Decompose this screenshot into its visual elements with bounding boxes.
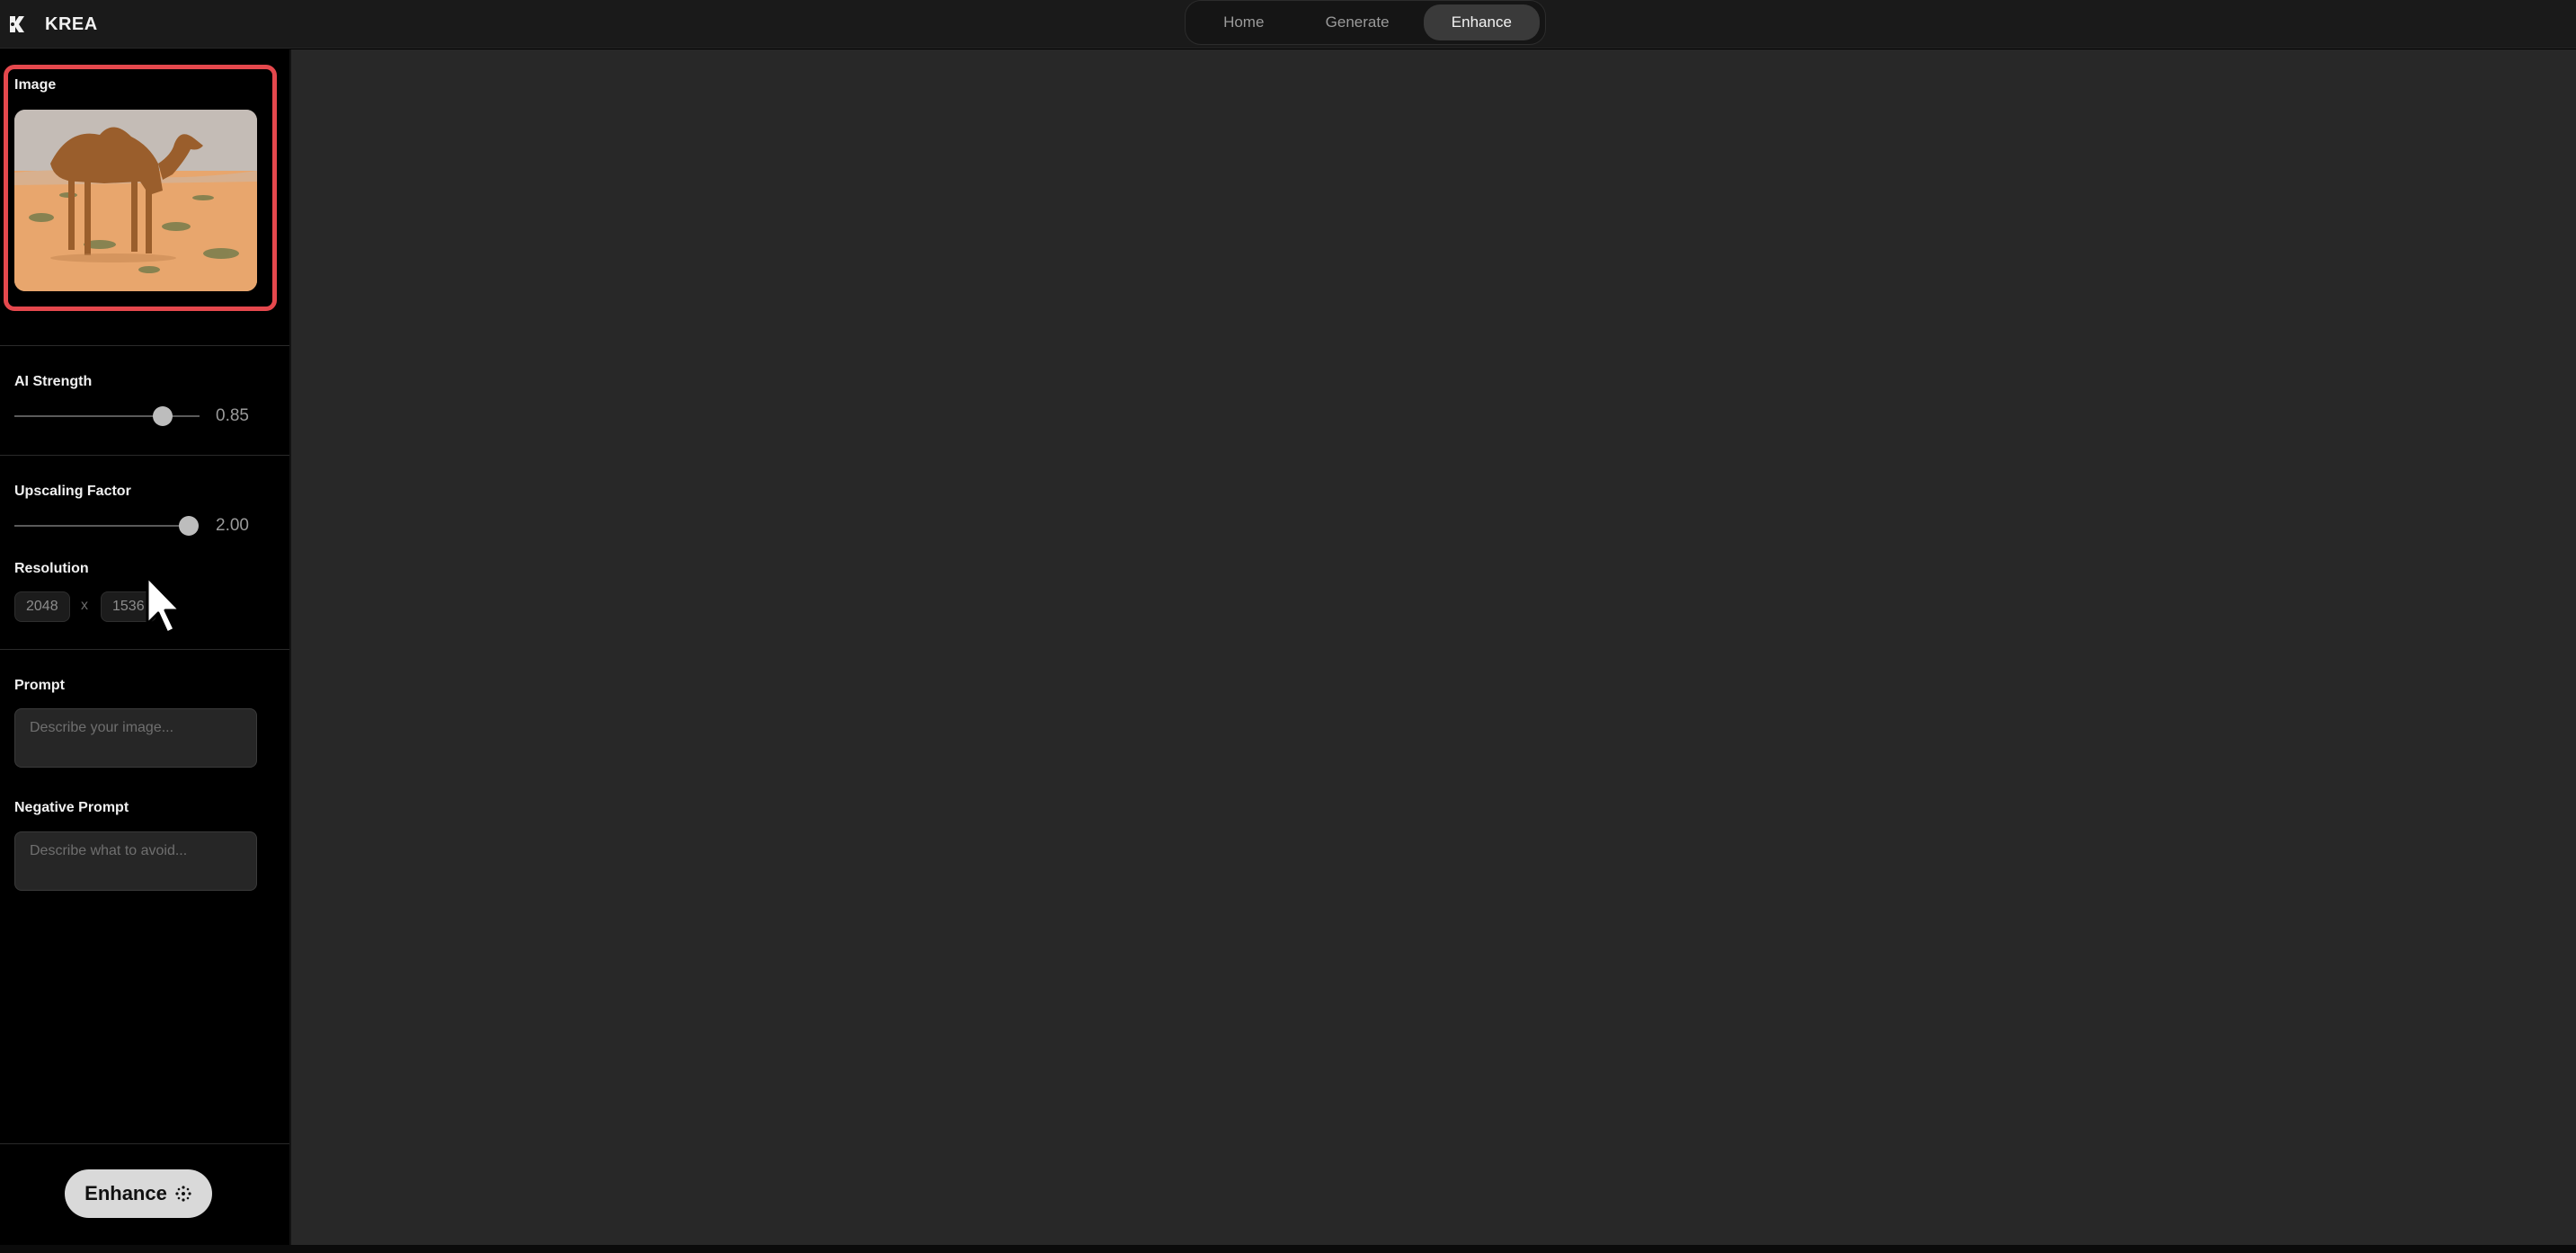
- ai-strength-label: AI Strength: [14, 374, 92, 390]
- brand[interactable]: KREA: [7, 8, 98, 40]
- sparkle-icon: [174, 1185, 192, 1203]
- enhance-button[interactable]: Enhance: [65, 1169, 212, 1218]
- ai-strength-value: 0.85: [216, 406, 249, 426]
- output-canvas[interactable]: [291, 49, 2576, 1245]
- mouse-cursor-icon: [144, 575, 187, 638]
- upscaling-factor-slider[interactable]: [14, 514, 189, 538]
- prompt-input[interactable]: [14, 708, 257, 768]
- tab-enhance[interactable]: Enhance: [1424, 4, 1540, 40]
- resolution-width-field[interactable]: 2048: [14, 591, 70, 622]
- main-nav: Home Generate Enhance: [1185, 0, 1546, 45]
- slider-track: [14, 525, 189, 527]
- resolution-separator: x: [81, 598, 88, 614]
- negative-prompt-label: Negative Prompt: [14, 800, 129, 816]
- upscaling-factor-label: Upscaling Factor: [14, 484, 131, 500]
- camel-image: [14, 110, 257, 291]
- upscaling-factor-value: 2.00: [216, 516, 249, 536]
- slider-thumb[interactable]: [153, 406, 173, 426]
- section-divider: [0, 1143, 289, 1144]
- krea-logo-icon: [7, 14, 27, 34]
- section-divider: [0, 345, 289, 346]
- source-image-thumbnail[interactable]: [14, 110, 257, 291]
- section-divider: [0, 649, 289, 650]
- ai-strength-slider[interactable]: [14, 404, 200, 428]
- top-bar: KREA Home Generate Enhance: [0, 0, 2576, 49]
- resolution-label: Resolution: [14, 561, 89, 577]
- bottom-strip: [0, 1245, 2576, 1253]
- tab-home[interactable]: Home: [1191, 4, 1297, 40]
- section-divider: [0, 455, 289, 456]
- tab-generate[interactable]: Generate: [1297, 4, 1418, 40]
- negative-prompt-input[interactable]: [14, 831, 257, 891]
- prompt-label: Prompt: [14, 678, 65, 694]
- slider-thumb[interactable]: [179, 516, 199, 536]
- app-name: KREA: [45, 14, 98, 35]
- enhance-button-label: Enhance: [84, 1182, 167, 1205]
- image-label: Image: [14, 77, 56, 93]
